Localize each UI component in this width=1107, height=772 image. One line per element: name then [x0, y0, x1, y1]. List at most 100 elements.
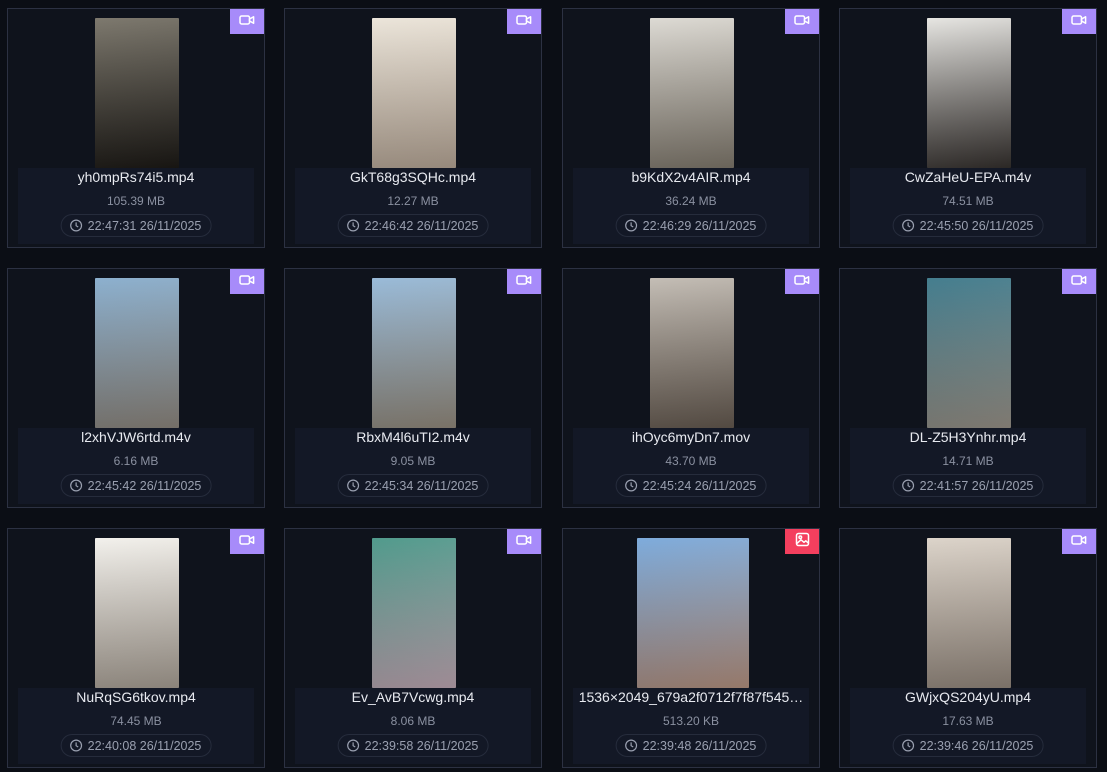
media-thumbnail[interactable] [372, 538, 456, 688]
media-card[interactable]: NuRqSG6tkov.mp4 74.45 MB 22:40:08 26/11/20… [7, 528, 265, 768]
media-card[interactable]: Ev_AvB7Vcwg.mp4 8.06 MB 22:39:58 26/11/202… [284, 528, 542, 768]
clock-icon [70, 479, 83, 492]
media-grid: yh0mpRs74i5.mp4 105.39 MB 22:47:31 26/11/2… [0, 0, 1107, 772]
file-meta: GWjxQS204yU.mp4 17.63 MB 22:39:46 26/11/20… [850, 688, 1086, 764]
file-size: 43.70 MB [665, 454, 717, 468]
media-thumbnail[interactable] [927, 538, 1011, 688]
file-meta: b9KdX2v4AIR.mp4 36.24 MB 22:46:29 26/11/20… [573, 168, 809, 244]
clock-icon [625, 219, 638, 232]
file-meta: yh0mpRs74i5.mp4 105.39 MB 22:47:31 26/11/2… [18, 168, 254, 244]
file-size: 8.06 MB [390, 714, 436, 728]
timestamp-text: 22:46:42 26/11/2025 [364, 218, 479, 233]
video-icon [794, 273, 810, 291]
media-thumbnail[interactable] [650, 278, 734, 428]
video-icon [794, 13, 810, 31]
image-type-badge [785, 529, 819, 554]
media-thumbnail[interactable] [372, 18, 456, 168]
timestamp-text: 22:45:42 26/11/2025 [87, 478, 202, 493]
file-meta: 1536×2049_679a2f0712f7f87f545… 513.20 KB 2… [573, 688, 809, 764]
file-name: 1536×2049_679a2f0712f7f87f545… [578, 689, 804, 705]
file-name: GWjxQS204yU.mp4 [904, 689, 1032, 705]
timestamp-text: 22:39:46 26/11/2025 [919, 738, 1034, 753]
clock-icon [347, 479, 360, 492]
media-card[interactable]: b9KdX2v4AIR.mp4 36.24 MB 22:46:29 26/11/20… [562, 8, 820, 248]
clock-icon [902, 739, 915, 752]
file-name: NuRqSG6tkov.mp4 [76, 689, 196, 705]
timestamp-pill: 22:41:57 26/11/2025 [892, 474, 1044, 497]
file-meta: CwZaHeU-EPA.m4v 74.51 MB 22:45:50 26/11/20… [850, 168, 1086, 244]
media-thumbnail[interactable] [95, 538, 179, 688]
media-card[interactable]: DL-Z5H3Ynhr.mp4 14.71 MB 22:41:57 26/11/20… [839, 268, 1097, 508]
timestamp-pill: 22:46:42 26/11/2025 [337, 214, 489, 237]
clock-icon [625, 479, 638, 492]
timestamp-pill: 22:39:46 26/11/2025 [892, 734, 1044, 757]
file-size: 12.27 MB [387, 194, 439, 208]
media-thumbnail[interactable] [927, 18, 1011, 168]
file-name: b9KdX2v4AIR.mp4 [631, 169, 751, 185]
file-name: DL-Z5H3Ynhr.mp4 [909, 429, 1027, 445]
media-card[interactable]: CwZaHeU-EPA.m4v 74.51 MB 22:45:50 26/11/20… [839, 8, 1097, 248]
media-card[interactable]: l2xhVJW6rtd.m4v 6.16 MB 22:45:42 26/11/202… [7, 268, 265, 508]
media-card[interactable]: 1536×2049_679a2f0712f7f87f545… 513.20 KB 2… [562, 528, 820, 768]
video-icon [516, 533, 532, 551]
clock-icon [625, 739, 638, 752]
file-meta: l2xhVJW6rtd.m4v 6.16 MB 22:45:42 26/11/202… [18, 428, 254, 504]
file-name: l2xhVJW6rtd.m4v [81, 429, 191, 445]
file-name: GkT68g3SQHc.mp4 [349, 169, 477, 185]
file-size: 513.20 KB [662, 714, 720, 728]
file-size: 17.63 MB [942, 714, 994, 728]
timestamp-pill: 22:45:42 26/11/2025 [60, 474, 212, 497]
file-meta: GkT68g3SQHc.mp4 12.27 MB 22:46:42 26/11/20… [295, 168, 531, 244]
timestamp-pill: 22:47:31 26/11/2025 [60, 214, 212, 237]
timestamp-text: 22:45:24 26/11/2025 [642, 478, 757, 493]
file-meta: RbxM4l6uTI2.m4v 9.05 MB 22:45:34 26/11/202… [295, 428, 531, 504]
file-size: 36.24 MB [665, 194, 717, 208]
video-icon [239, 13, 255, 31]
media-card[interactable]: ihOyc6myDn7.mov 43.70 MB 22:45:24 26/11/20… [562, 268, 820, 508]
file-name: RbxM4l6uTI2.m4v [356, 429, 470, 445]
file-size: 9.05 MB [390, 454, 436, 468]
timestamp-pill: 22:39:48 26/11/2025 [615, 734, 767, 757]
timestamp-pill: 22:45:34 26/11/2025 [337, 474, 489, 497]
timestamp-pill: 22:45:24 26/11/2025 [615, 474, 767, 497]
timestamp-text: 22:41:57 26/11/2025 [919, 478, 1034, 493]
video-type-badge [785, 9, 819, 34]
media-thumbnail[interactable] [927, 278, 1011, 428]
media-thumbnail[interactable] [95, 278, 179, 428]
media-card[interactable]: GkT68g3SQHc.mp4 12.27 MB 22:46:42 26/11/20… [284, 8, 542, 248]
video-type-badge [1062, 269, 1096, 294]
video-icon [239, 273, 255, 291]
media-card[interactable]: GWjxQS204yU.mp4 17.63 MB 22:39:46 26/11/20… [839, 528, 1097, 768]
timestamp-pill: 22:45:50 26/11/2025 [892, 214, 1044, 237]
video-icon [516, 13, 532, 31]
video-type-badge [230, 529, 264, 554]
media-thumbnail[interactable] [95, 18, 179, 168]
timestamp-text: 22:45:34 26/11/2025 [364, 478, 479, 493]
video-icon [1071, 533, 1087, 551]
clock-icon [347, 219, 360, 232]
media-thumbnail[interactable] [372, 278, 456, 428]
video-icon [1071, 273, 1087, 291]
video-type-badge [230, 269, 264, 294]
timestamp-pill: 22:46:29 26/11/2025 [615, 214, 767, 237]
timestamp-text: 22:39:58 26/11/2025 [364, 738, 479, 753]
file-size: 14.71 MB [942, 454, 994, 468]
video-icon [239, 533, 255, 551]
file-size: 6.16 MB [113, 454, 159, 468]
file-size: 105.39 MB [106, 194, 166, 208]
file-meta: NuRqSG6tkov.mp4 74.45 MB 22:40:08 26/11/20… [18, 688, 254, 764]
file-size: 74.45 MB [110, 714, 162, 728]
timestamp-text: 22:47:31 26/11/2025 [87, 218, 202, 233]
file-meta: DL-Z5H3Ynhr.mp4 14.71 MB 22:41:57 26/11/20… [850, 428, 1086, 504]
file-name: yh0mpRs74i5.mp4 [77, 169, 195, 185]
video-icon [516, 273, 532, 291]
media-card[interactable]: RbxM4l6uTI2.m4v 9.05 MB 22:45:34 26/11/202… [284, 268, 542, 508]
video-type-badge [1062, 529, 1096, 554]
media-thumbnail[interactable] [650, 18, 734, 168]
file-size: 74.51 MB [942, 194, 994, 208]
media-thumbnail[interactable] [637, 538, 749, 688]
file-meta: ihOyc6myDn7.mov 43.70 MB 22:45:24 26/11/20… [573, 428, 809, 504]
timestamp-text: 22:40:08 26/11/2025 [87, 738, 202, 753]
file-meta: Ev_AvB7Vcwg.mp4 8.06 MB 22:39:58 26/11/202… [295, 688, 531, 764]
media-card[interactable]: yh0mpRs74i5.mp4 105.39 MB 22:47:31 26/11/2… [7, 8, 265, 248]
